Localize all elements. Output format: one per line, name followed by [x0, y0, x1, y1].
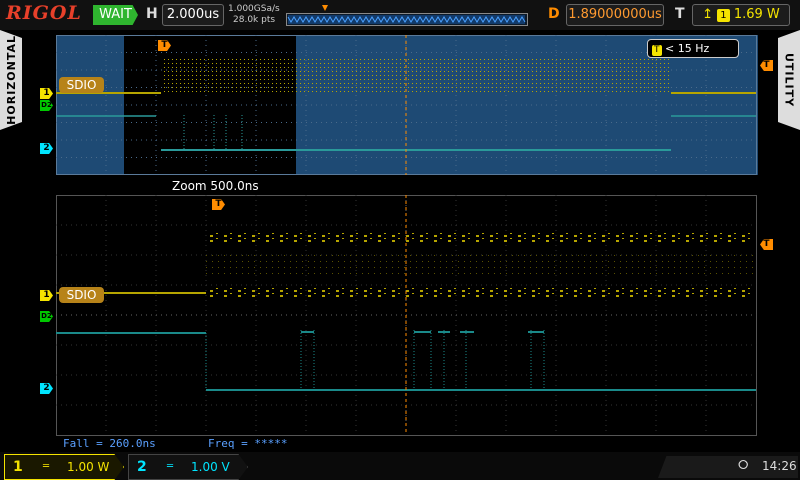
- overview-trigger-level-marker[interactable]: T: [760, 60, 773, 71]
- ch2-status-box[interactable]: 2 ═ 1.00 V: [128, 454, 248, 480]
- delay-value[interactable]: 1.89000000us: [566, 4, 664, 26]
- zoom-d2-marker[interactable]: D2: [40, 311, 53, 322]
- ch2-scale: 1.00 V: [191, 460, 230, 474]
- zoom-sdio-label[interactable]: SDIO: [59, 287, 104, 303]
- zoom-region-highlight: [124, 35, 296, 175]
- trigger-source-badge: 1: [717, 9, 730, 22]
- overview-d2-marker[interactable]: D2: [40, 100, 53, 111]
- horizontal-label: H: [146, 6, 158, 22]
- zoom-waveform-window[interactable]: [56, 195, 758, 440]
- dc-coupling-icon: ═: [167, 461, 174, 472]
- dc-coupling-icon: ═: [43, 461, 50, 472]
- rising-edge-icon: ↥: [702, 7, 714, 22]
- zoom-ch2-marker[interactable]: 2: [40, 383, 53, 394]
- frequency-counter-value: < 15 Hz: [665, 42, 710, 55]
- zoom-title: Zoom 500.0ns: [172, 179, 259, 193]
- measurement-frequency: Freq = *****: [208, 437, 288, 450]
- sample-rate: 1.000GSa/s: [228, 4, 280, 14]
- horizontal-menu-tab[interactable]: HORIZONTAL: [0, 30, 22, 130]
- channel-status-bar: 1 ═ 1.00 W 2 ═ 1.00 V ⭘ 14:26: [0, 452, 800, 480]
- trigger-label: T: [675, 6, 685, 22]
- horizontal-tab-label: HORIZONTAL: [4, 35, 18, 125]
- overview-sdio-label[interactable]: SDIO: [59, 77, 104, 93]
- timebase-value[interactable]: 2.000us: [162, 4, 224, 26]
- ch2-number: 2: [137, 459, 147, 475]
- measurement-fall-time: Fall = 260.0ns: [63, 437, 156, 450]
- frequency-counter-badge: T < 15 Hz: [647, 39, 739, 58]
- zoom-trigger-level-marker[interactable]: T: [760, 239, 773, 250]
- trigger-settings[interactable]: ↥ 1 1.69 W: [692, 4, 790, 26]
- overview-ch2-marker[interactable]: 2: [40, 143, 53, 154]
- overview-ch1-burst: [161, 57, 671, 95]
- system-tray: ⭘ 14:26: [658, 456, 798, 478]
- ch1-scale: 1.00 W: [67, 460, 110, 474]
- utility-menu-tab[interactable]: UTILITY: [778, 30, 800, 130]
- zoom-ch1-marker[interactable]: 1: [40, 290, 53, 301]
- trigger-level-value: 1.69 W: [733, 7, 780, 22]
- ch1-number: 1: [13, 459, 23, 475]
- run-status-badge[interactable]: WAIT: [93, 5, 138, 25]
- overview-ch1-marker[interactable]: 1: [40, 88, 53, 99]
- memory-depth: 28.0k pts: [233, 15, 276, 25]
- top-status-bar: RIGOL WAIT H 2.000us 1.000GSa/s 28.0k pt…: [0, 0, 800, 30]
- ch1-status-box[interactable]: 1 ═ 1.00 W: [4, 454, 124, 480]
- memory-overview-strip[interactable]: [286, 3, 528, 27]
- clock-time: 14:26: [762, 459, 797, 473]
- delay-label: D: [548, 6, 560, 22]
- zoom-ch1-upper-band: [206, 233, 756, 243]
- trigger-indicator-icon: T: [652, 45, 662, 56]
- usb-icon: ⭘: [738, 458, 749, 473]
- utility-tab-label: UTILITY: [782, 52, 796, 108]
- overview-trigger-marker: [322, 5, 328, 11]
- rigol-logo: RIGOL: [6, 2, 82, 24]
